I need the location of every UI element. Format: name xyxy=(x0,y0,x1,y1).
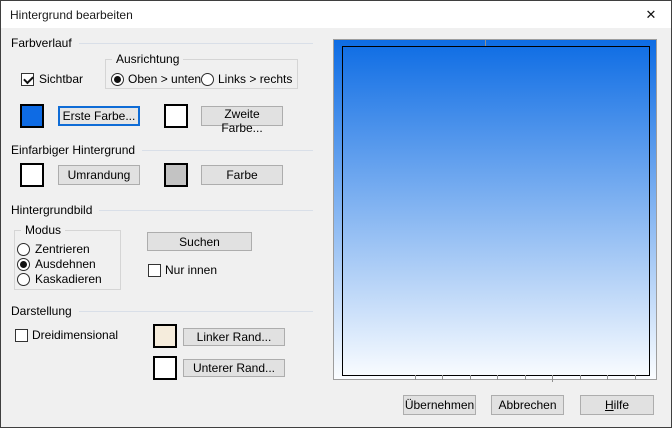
zweite-farbe-swatch xyxy=(164,104,188,128)
dialog-title: Hintergrund bearbeiten xyxy=(10,8,133,22)
farbe-swatch xyxy=(164,163,188,187)
close-icon[interactable]: ✕ xyxy=(639,5,663,24)
dreidimensional-label[interactable]: Dreidimensional xyxy=(32,329,118,342)
section-header-darstellung: Darstellung xyxy=(11,304,313,318)
section-label-darstellung: Darstellung xyxy=(11,304,79,318)
radio-links-rechts[interactable] xyxy=(201,73,214,86)
hilfe-accel: H xyxy=(605,398,614,412)
ruler-tick xyxy=(580,375,581,380)
sichtbar-label[interactable]: Sichtbar xyxy=(39,73,83,86)
hilfe-button[interactable]: Hilfe xyxy=(580,395,654,415)
dreidimensional-checkbox[interactable] xyxy=(15,329,28,342)
ruler-tick xyxy=(442,375,443,380)
radio-kaskadieren[interactable] xyxy=(17,273,30,286)
section-label-hintergrundbild: Hintergrundbild xyxy=(11,203,99,217)
nur-innen-label[interactable]: Nur innen xyxy=(165,264,217,277)
radio-ausdehnen-label[interactable]: Ausdehnen xyxy=(35,258,96,271)
ruler-tick xyxy=(497,375,498,380)
erste-farbe-button[interactable]: Erste Farbe... xyxy=(58,106,140,126)
radio-kaskadieren-label[interactable]: Kaskadieren xyxy=(35,273,102,286)
ruler-tick-major xyxy=(552,375,553,382)
ruler-tick xyxy=(525,375,526,380)
section-divider xyxy=(79,311,313,312)
section-divider xyxy=(79,43,313,44)
radio-zentrieren-label[interactable]: Zentrieren xyxy=(35,243,90,256)
nur-innen-checkbox[interactable] xyxy=(148,264,161,277)
preview-inner-frame xyxy=(342,46,650,376)
section-header-einfarbiger-hintergrund: Einfarbiger Hintergrund xyxy=(11,143,313,157)
unterer-rand-button[interactable]: Unterer Rand... xyxy=(183,359,285,377)
radio-links-rechts-label[interactable]: Links > rechts xyxy=(218,73,292,86)
umrandung-swatch xyxy=(20,163,44,187)
ruler-tick xyxy=(635,375,636,380)
farbe-button[interactable]: Farbe xyxy=(201,165,283,185)
umrandung-button[interactable]: Umrandung xyxy=(58,165,140,185)
section-header-farbverlauf: Farbverlauf xyxy=(11,36,313,50)
radio-zentrieren[interactable] xyxy=(17,243,30,256)
radio-oben-unten-label[interactable]: Oben > unten xyxy=(128,73,201,86)
zweite-farbe-button[interactable]: Zweite Farbe... xyxy=(201,106,283,126)
preview-panel xyxy=(333,39,657,380)
ruler-tick xyxy=(607,375,608,380)
hilfe-rest: ilfe xyxy=(614,398,629,412)
abbrechen-button[interactable]: Abbrechen xyxy=(491,395,564,415)
section-divider xyxy=(142,150,313,151)
section-divider xyxy=(99,210,313,211)
suchen-button[interactable]: Suchen xyxy=(147,232,252,251)
radio-oben-unten[interactable] xyxy=(111,73,124,86)
linker-rand-swatch xyxy=(153,324,177,348)
ruler-tick xyxy=(415,375,416,380)
sichtbar-checkbox[interactable] xyxy=(21,73,34,86)
dialog-window: Hintergrund bearbeiten ✕ Farbverlauf Sic… xyxy=(0,0,672,428)
section-label-einfarbiger-hintergrund: Einfarbiger Hintergrund xyxy=(11,143,142,157)
modus-group-label: Modus xyxy=(21,223,65,237)
ruler-tick xyxy=(470,375,471,380)
uebernehmen-button[interactable]: Übernehmen xyxy=(403,395,476,415)
radio-ausdehnen[interactable] xyxy=(17,258,30,271)
ausrichtung-group-label: Ausrichtung xyxy=(112,52,183,66)
titlebar: Hintergrund bearbeiten ✕ xyxy=(1,1,671,28)
section-header-hintergrundbild: Hintergrundbild xyxy=(11,203,313,217)
unterer-rand-swatch xyxy=(153,356,177,380)
linker-rand-button[interactable]: Linker Rand... xyxy=(183,328,285,346)
erste-farbe-swatch xyxy=(20,104,44,128)
section-label-farbverlauf: Farbverlauf xyxy=(11,36,79,50)
